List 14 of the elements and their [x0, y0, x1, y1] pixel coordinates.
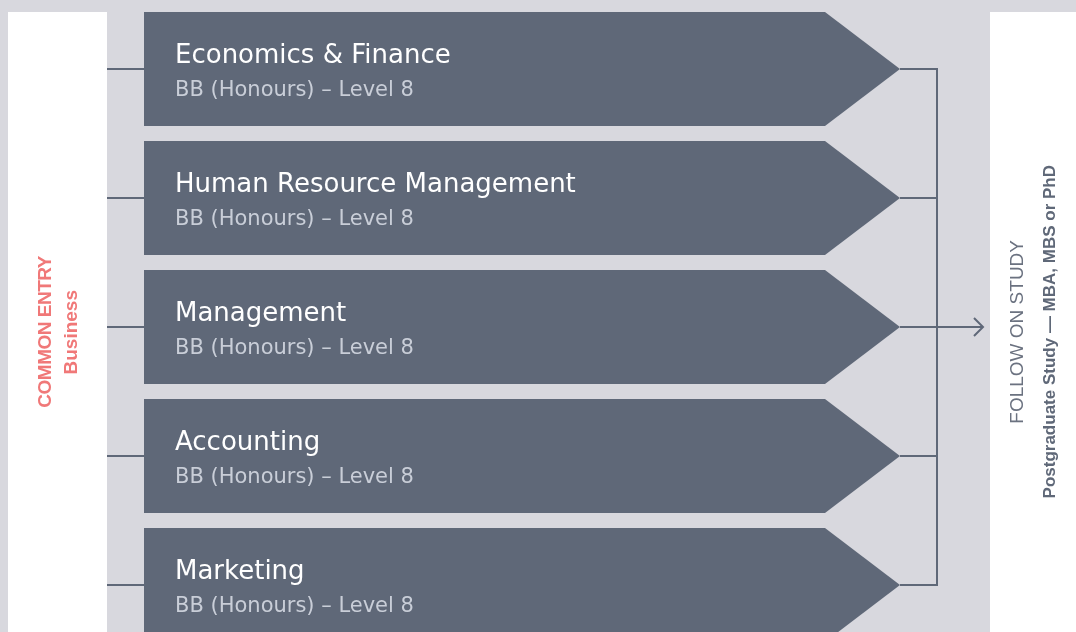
- entry-subtitle: Business: [59, 289, 82, 375]
- programme-award: BB (Honours) – Level 8: [175, 334, 415, 360]
- programme-title: Marketing: [175, 554, 306, 586]
- programme-title: Human Resource Management: [175, 167, 577, 199]
- programme-award: BB (Honours) – Level 8: [175, 463, 415, 489]
- programme-title: Accounting: [175, 425, 322, 457]
- programme-title: Management: [175, 296, 348, 328]
- programme-title: Economics & Finance: [175, 38, 452, 70]
- programme-award: BB (Honours) – Level 8: [175, 205, 415, 231]
- entry-title: COMMON ENTRY: [33, 256, 56, 408]
- programme-award: BB (Honours) – Level 8: [175, 592, 415, 618]
- follow-on-heading: FOLLOW ON STUDY: [1006, 240, 1028, 424]
- follow-on-text: Postgraduate Study — MBA, MBS or PhD: [1040, 165, 1060, 499]
- programme-award: BB (Honours) – Level 8: [175, 76, 415, 102]
